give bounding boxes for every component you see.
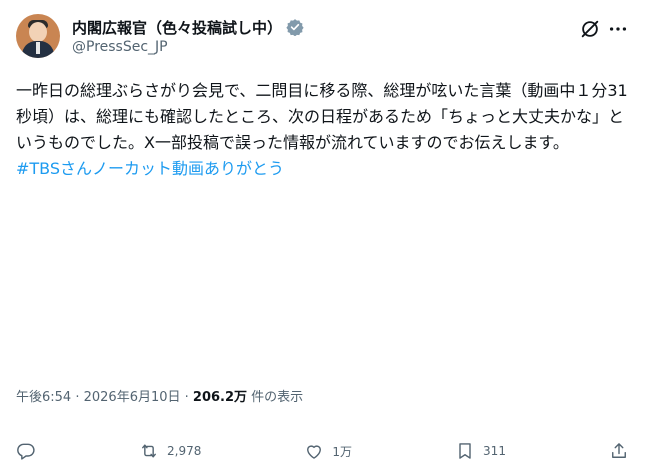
- action-bar: 2,978 1万 311: [16, 436, 629, 466]
- more-options-icon[interactable]: [607, 18, 629, 40]
- meta-separator: ·: [180, 390, 193, 405]
- bookmark-count: 311: [483, 444, 506, 458]
- avatar[interactable]: [16, 14, 60, 58]
- repost-count: 2,978: [167, 444, 202, 458]
- post-meta: 午後6:54 · 2026年6月10日 · 206.2万 件の表示: [16, 386, 303, 405]
- bookmark-button[interactable]: 311: [455, 441, 506, 461]
- like-count: 1万: [332, 444, 353, 459]
- like-button[interactable]: 1万: [304, 441, 352, 461]
- bookmark-icon: [459, 443, 471, 459]
- reply-icon: [17, 443, 35, 460]
- author-handle[interactable]: @PressSec_JP: [72, 39, 304, 55]
- meta-separator: ·: [71, 390, 84, 405]
- author-info: 内閣広報官（色々投稿試し中） @PressSec_JP: [72, 17, 304, 55]
- repost-button[interactable]: 2,978: [139, 441, 201, 461]
- reply-button[interactable]: [16, 441, 36, 461]
- grok-icon[interactable]: [579, 18, 601, 40]
- post-date[interactable]: 2026年6月10日: [84, 390, 181, 405]
- verified-badge-icon[interactable]: [286, 18, 304, 36]
- views-count: 206.2万: [192, 390, 248, 405]
- post-header: 内閣広報官（色々投稿試し中） @PressSec_JP: [16, 14, 629, 64]
- share-icon: [612, 443, 626, 458]
- views-label: 件の表示: [247, 390, 304, 405]
- heart-icon: [307, 445, 322, 459]
- display-name[interactable]: 内閣広報官（色々投稿試し中）: [72, 17, 282, 38]
- post-time[interactable]: 午後6:54: [16, 390, 71, 405]
- repost-icon: [142, 444, 156, 458]
- post-body: 一昨日の総理ぶらさがり会見で、二問目に移る際、総理が呟いた言葉（動画中１分31秒…: [16, 81, 628, 152]
- share-button[interactable]: [609, 441, 629, 461]
- hashtag-link[interactable]: #TBSさんノーカット動画ありがとう: [16, 156, 628, 182]
- post-text: 一昨日の総理ぶらさがり会見で、二問目に移る際、総理が呟いた言葉（動画中１分31秒…: [16, 78, 628, 182]
